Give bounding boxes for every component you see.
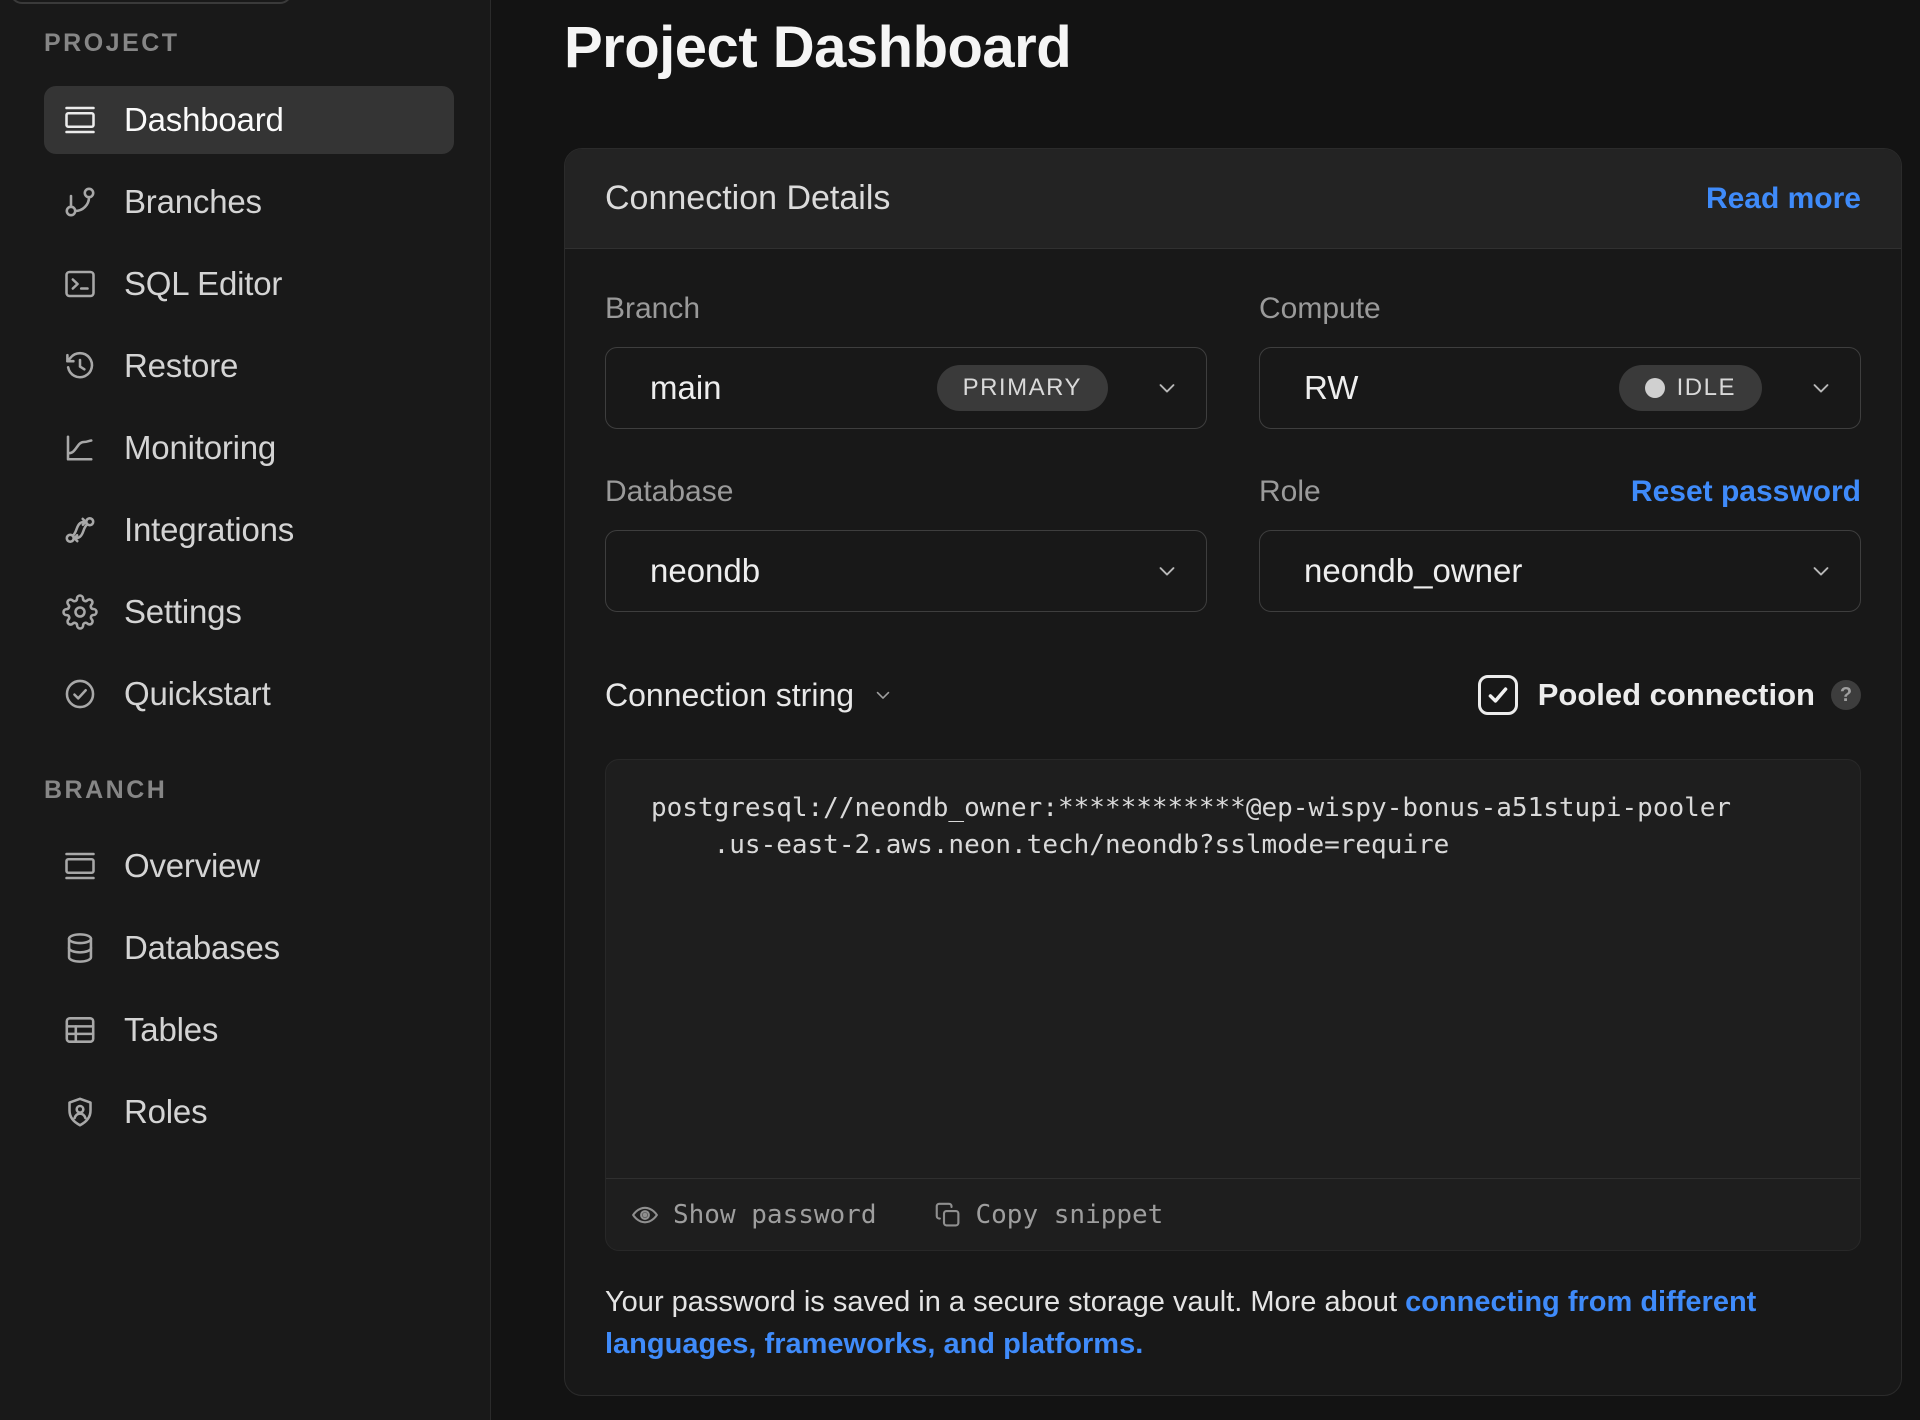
primary-badge: PRIMARY xyxy=(937,365,1108,411)
sidebar: PROJECT Dashboard Branches SQL Editor Re… xyxy=(0,0,491,1420)
table-icon xyxy=(62,1012,98,1048)
connection-string-label: Connection string xyxy=(605,677,854,714)
sidebar-cutoff-item xyxy=(10,0,292,4)
sidebar-section-project: PROJECT xyxy=(44,30,490,56)
reset-password-link[interactable]: Reset password xyxy=(1631,474,1861,510)
compute-label: Compute xyxy=(1259,291,1381,327)
main-content: Project Dashboard Connection Details Rea… xyxy=(491,0,1920,1420)
password-vault-text: Your password is saved in a secure stora… xyxy=(605,1286,1405,1318)
branch-field: Branch main PRIMARY xyxy=(605,291,1207,429)
sidebar-item-label: Databases xyxy=(124,929,280,967)
branch-label: Branch xyxy=(605,291,700,327)
connection-string-box: postgresql://neondb_owner:************@e… xyxy=(605,759,1861,1251)
connection-string-row: Connection string Pooled connection ? xyxy=(605,673,1861,717)
restore-icon xyxy=(62,348,98,384)
shield-user-icon xyxy=(62,1094,98,1130)
integrations-icon xyxy=(62,512,98,548)
sql-editor-icon xyxy=(62,266,98,302)
sidebar-item-label: Restore xyxy=(124,347,238,385)
card-header: Connection Details Read more xyxy=(565,149,1901,249)
sidebar-item-tables[interactable]: Tables xyxy=(44,996,454,1064)
overview-icon xyxy=(62,848,98,884)
read-more-link[interactable]: Read more xyxy=(1706,182,1861,216)
branch-value: main xyxy=(650,369,722,407)
sidebar-item-overview[interactable]: Overview xyxy=(44,832,454,900)
sidebar-item-label: Monitoring xyxy=(124,429,276,467)
sidebar-item-label: Tables xyxy=(124,1011,218,1049)
sidebar-item-integrations[interactable]: Integrations xyxy=(44,496,454,564)
pooled-connection-group: Pooled connection ? xyxy=(1478,675,1861,715)
compute-field: Compute RW IDLE xyxy=(1259,291,1861,429)
sidebar-item-quickstart[interactable]: Quickstart xyxy=(44,660,454,728)
card-title: Connection Details xyxy=(605,179,890,218)
sidebar-item-label: Roles xyxy=(124,1093,207,1131)
card-body: Branch main PRIMARY Compute xyxy=(565,249,1901,1395)
sidebar-item-label: Dashboard xyxy=(124,101,284,139)
copy-icon xyxy=(933,1200,963,1230)
code-footer: Show password Copy snippet xyxy=(606,1178,1860,1250)
role-select[interactable]: neondb_owner xyxy=(1259,530,1861,612)
pooled-connection-label: Pooled connection xyxy=(1538,677,1815,713)
chevron-down-icon xyxy=(1808,558,1834,584)
branch-select[interactable]: main PRIMARY xyxy=(605,347,1207,429)
copy-snippet-label: Copy snippet xyxy=(976,1200,1164,1230)
sidebar-item-label: Integrations xyxy=(124,511,294,549)
chevron-down-icon xyxy=(1154,375,1180,401)
database-value: neondb xyxy=(650,552,760,590)
sidebar-item-monitoring[interactable]: Monitoring xyxy=(44,414,454,482)
help-icon[interactable]: ? xyxy=(1831,680,1861,710)
sidebar-item-label: Quickstart xyxy=(124,675,271,713)
sidebar-project-list: Dashboard Branches SQL Editor Restore Mo… xyxy=(44,86,454,728)
sidebar-branch-list: Overview Databases Tables Roles xyxy=(44,832,454,1146)
database-select[interactable]: neondb xyxy=(605,530,1207,612)
connection-string-code: postgresql://neondb_owner:************@e… xyxy=(651,790,1820,864)
field-row-1: Branch main PRIMARY Compute xyxy=(605,291,1861,429)
sidebar-item-databases[interactable]: Databases xyxy=(44,914,454,982)
branches-icon xyxy=(62,184,98,220)
database-field: Database neondb xyxy=(605,474,1207,612)
monitoring-icon xyxy=(62,430,98,466)
chevron-down-icon xyxy=(872,684,894,706)
show-password-button[interactable]: Show password xyxy=(630,1200,877,1230)
idle-badge: IDLE xyxy=(1619,365,1762,411)
role-label: Role xyxy=(1259,474,1321,510)
sidebar-item-label: Branches xyxy=(124,183,262,221)
idle-badge-label: IDLE xyxy=(1677,374,1736,402)
pooled-connection-checkbox[interactable] xyxy=(1478,675,1518,715)
page-title: Project Dashboard xyxy=(564,16,1902,80)
copy-snippet-button[interactable]: Copy snippet xyxy=(933,1200,1164,1230)
idle-dot-icon xyxy=(1645,378,1665,398)
eye-icon xyxy=(630,1200,660,1230)
show-password-label: Show password xyxy=(673,1200,877,1230)
connection-string-dropdown[interactable]: Connection string xyxy=(605,677,894,714)
checkmark-icon xyxy=(1484,681,1512,709)
sidebar-item-roles[interactable]: Roles xyxy=(44,1078,454,1146)
dashboard-icon xyxy=(62,102,98,138)
sidebar-item-branches[interactable]: Branches xyxy=(44,168,454,236)
code-area[interactable]: postgresql://neondb_owner:************@e… xyxy=(606,760,1860,1178)
compute-value: RW xyxy=(1304,369,1358,407)
role-value: neondb_owner xyxy=(1304,552,1522,590)
password-vault-note: Your password is saved in a secure stora… xyxy=(605,1281,1765,1365)
sidebar-item-label: Overview xyxy=(124,847,260,885)
sidebar-item-label: Settings xyxy=(124,593,242,631)
database-icon xyxy=(62,930,98,966)
chevron-down-icon xyxy=(1808,375,1834,401)
check-circle-icon xyxy=(62,676,98,712)
connection-details-card: Connection Details Read more Branch main… xyxy=(564,148,1902,1396)
sidebar-item-dashboard[interactable]: Dashboard xyxy=(44,86,454,154)
role-field: Role Reset password neondb_owner xyxy=(1259,474,1861,612)
database-label: Database xyxy=(605,474,733,510)
sidebar-section-branch: BRANCH xyxy=(44,777,490,803)
sidebar-item-label: SQL Editor xyxy=(124,265,282,303)
sidebar-item-settings[interactable]: Settings xyxy=(44,578,454,646)
gear-icon xyxy=(62,594,98,630)
sidebar-item-restore[interactable]: Restore xyxy=(44,332,454,400)
field-row-2: Database neondb Role Reset password xyxy=(605,474,1861,612)
chevron-down-icon xyxy=(1154,558,1180,584)
sidebar-item-sql-editor[interactable]: SQL Editor xyxy=(44,250,454,318)
compute-select[interactable]: RW IDLE xyxy=(1259,347,1861,429)
